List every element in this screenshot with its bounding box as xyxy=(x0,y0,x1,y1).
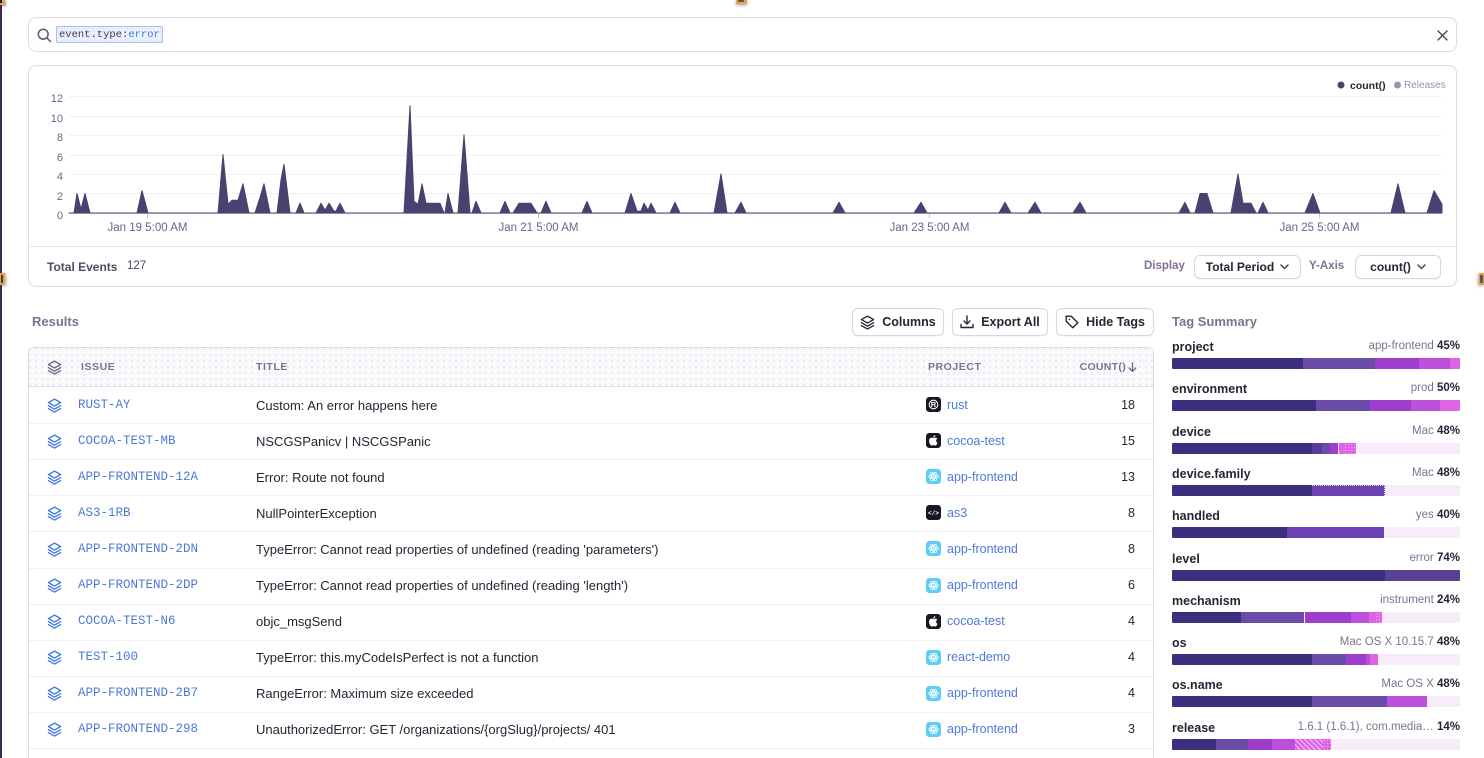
svg-text:R: R xyxy=(931,400,937,409)
svg-text:</>: </> xyxy=(928,510,939,517)
